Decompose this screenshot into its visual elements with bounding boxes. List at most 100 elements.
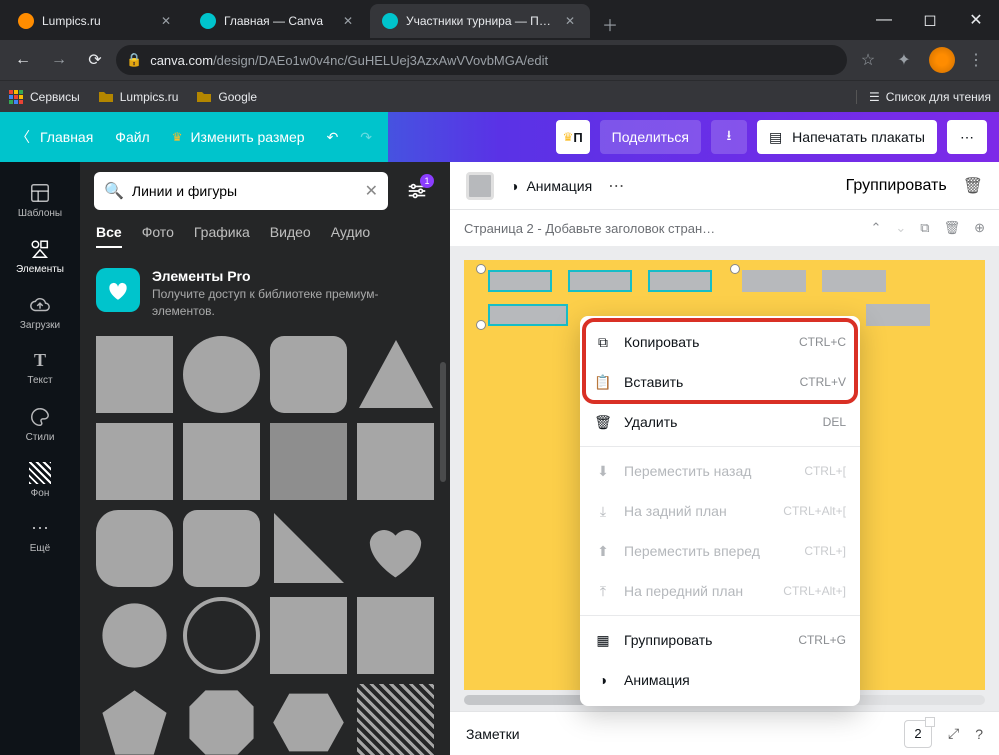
- duplicate-page-icon[interactable]: ⧉: [920, 220, 929, 236]
- filter-button[interactable]: 1: [398, 172, 436, 210]
- ctx-bring-to-front[interactable]: ⤒ На передний план CTRL+Alt+]: [580, 571, 860, 611]
- forward-button[interactable]: →: [44, 45, 74, 75]
- fullscreen-icon[interactable]: ⤢: [948, 725, 959, 742]
- search-box[interactable]: 🔍 ✕: [94, 172, 388, 210]
- resize-button[interactable]: ♛ Изменить размер: [172, 129, 305, 145]
- cat-photo[interactable]: Фото: [142, 224, 174, 248]
- ctx-paste[interactable]: 📋 Вставить CTRL+V: [580, 362, 860, 402]
- shape-square-5[interactable]: [270, 597, 347, 674]
- group-label[interactable]: Группировать: [846, 177, 947, 195]
- cat-graphics[interactable]: Графика: [194, 224, 250, 248]
- ctx-group[interactable]: ▦ Группировать CTRL+G: [580, 620, 860, 660]
- selection-handle[interactable]: [476, 320, 486, 330]
- selection-handle[interactable]: [476, 264, 486, 274]
- rail-more[interactable]: ⋯ Ещё: [4, 508, 76, 564]
- shape-heart[interactable]: [357, 510, 434, 587]
- rail-elements[interactable]: Элементы: [4, 228, 76, 284]
- rail-uploads[interactable]: Загрузки: [4, 284, 76, 340]
- shape-circle-outline[interactable]: [183, 597, 260, 674]
- premium-button[interactable]: ♛ П: [556, 120, 590, 154]
- shape[interactable]: [742, 270, 806, 292]
- panel-scrollbar[interactable]: [440, 362, 446, 482]
- selected-shape[interactable]: [488, 270, 552, 292]
- selected-shape[interactable]: [648, 270, 712, 292]
- shape-square-3[interactable]: [183, 423, 260, 500]
- shape-square-6[interactable]: [357, 597, 434, 674]
- cat-all[interactable]: Все: [96, 224, 122, 248]
- rail-background[interactable]: Фон: [4, 452, 76, 508]
- shape-square-dark[interactable]: [270, 423, 347, 500]
- bookmark-lumpics[interactable]: Lumpics.ru: [98, 89, 179, 105]
- notes-button[interactable]: Заметки: [466, 726, 520, 742]
- toolbar-more-icon[interactable]: ⋯: [608, 176, 624, 196]
- bookmark-services[interactable]: Сервисы: [8, 89, 80, 105]
- tab-close-icon[interactable]: ✕: [158, 13, 174, 29]
- ctx-animate[interactable]: ◑ Анимация: [580, 660, 860, 700]
- close-button[interactable]: ✕: [953, 4, 999, 36]
- fill-color-button[interactable]: [466, 172, 494, 200]
- shape-circle[interactable]: [183, 336, 260, 413]
- page-down-icon[interactable]: ⌄: [895, 220, 906, 236]
- selected-shape[interactable]: [568, 270, 632, 292]
- extensions-icon[interactable]: ✦: [889, 45, 919, 75]
- download-button[interactable]: ⭳: [711, 120, 747, 154]
- shape-triangle-right[interactable]: [270, 510, 347, 587]
- back-button[interactable]: ←: [8, 45, 38, 75]
- cat-video[interactable]: Видео: [270, 224, 311, 248]
- browser-menu-icon[interactable]: ⋮: [961, 45, 991, 75]
- ctx-send-backward[interactable]: ⬇ Переместить назад CTRL+[: [580, 451, 860, 491]
- ctx-send-to-back[interactable]: ⤓ На задний план CTRL+Alt+[: [580, 491, 860, 531]
- undo-button[interactable]: ↶: [327, 129, 339, 146]
- pro-promo[interactable]: Элементы Pro Получите доступ к библиотек…: [80, 258, 450, 336]
- reading-list-button[interactable]: ☰ Список для чтения: [856, 90, 991, 104]
- new-tab-button[interactable]: ＋: [596, 10, 624, 38]
- delete-page-icon[interactable]: 🗑: [944, 220, 961, 236]
- shape-triangle[interactable]: [357, 336, 434, 413]
- selected-shape[interactable]: [488, 304, 568, 326]
- help-icon[interactable]: ?: [975, 726, 983, 742]
- share-button[interactable]: Поделиться: [600, 120, 701, 154]
- home-button[interactable]: 〈 Главная: [16, 127, 93, 147]
- shape-badge[interactable]: [96, 597, 173, 674]
- rail-styles[interactable]: Стили: [4, 396, 76, 452]
- trash-icon[interactable]: 🗑: [963, 176, 983, 196]
- tab-close-icon[interactable]: ✕: [340, 13, 356, 29]
- shape-rounded[interactable]: [270, 336, 347, 413]
- selection-handle[interactable]: [730, 264, 740, 274]
- add-page-icon[interactable]: ⊕: [974, 220, 985, 236]
- minimize-button[interactable]: ―: [861, 4, 907, 36]
- redo-button[interactable]: ↷: [360, 129, 372, 146]
- shape-diagonal[interactable]: [357, 684, 434, 755]
- bookmark-icon[interactable]: ☆: [853, 45, 883, 75]
- page-count-badge[interactable]: 2: [904, 720, 932, 748]
- search-input[interactable]: [132, 183, 357, 199]
- browser-tab-1[interactable]: Главная — Canva ✕: [188, 4, 368, 38]
- maximize-button[interactable]: ◻: [907, 4, 953, 36]
- shape[interactable]: [822, 270, 886, 292]
- shape-octagon[interactable]: [183, 684, 260, 755]
- print-button[interactable]: ▤ Напечатать плакаты: [757, 120, 937, 154]
- page-up-icon[interactable]: ⌃: [870, 220, 881, 236]
- shape-square-4[interactable]: [357, 423, 434, 500]
- shape-square[interactable]: [96, 336, 173, 413]
- topbar-more-button[interactable]: ⋯: [947, 120, 987, 154]
- rail-text[interactable]: T Текст: [4, 340, 76, 396]
- reload-button[interactable]: ⟳: [80, 45, 110, 75]
- shape-square-2[interactable]: [96, 423, 173, 500]
- shape[interactable]: [866, 304, 930, 326]
- ctx-copy[interactable]: ⧉ Копировать CTRL+C: [580, 322, 860, 362]
- address-bar[interactable]: 🔒 canva.com/design/DAEo1w0v4nc/GuHELUej3…: [116, 45, 847, 75]
- bookmark-google[interactable]: Google: [196, 89, 257, 105]
- shape-rounded-2[interactable]: [183, 510, 260, 587]
- profile-avatar[interactable]: [929, 47, 955, 73]
- browser-tab-2[interactable]: Участники турнира — Плакат ✕: [370, 4, 590, 38]
- clear-icon[interactable]: ✕: [365, 181, 378, 201]
- shape-pentagon[interactable]: [96, 684, 173, 755]
- browser-tab-0[interactable]: Lumpics.ru ✕: [6, 4, 186, 38]
- tab-close-icon[interactable]: ✕: [562, 13, 578, 29]
- rail-templates[interactable]: Шаблоны: [4, 172, 76, 228]
- page-title[interactable]: Страница 2 - Добавьте заголовок стран…: [464, 221, 860, 236]
- shape-rounded-lg[interactable]: [96, 510, 173, 587]
- animation-button[interactable]: ◑ Анимация: [510, 178, 592, 194]
- cat-audio[interactable]: Аудио: [331, 224, 371, 248]
